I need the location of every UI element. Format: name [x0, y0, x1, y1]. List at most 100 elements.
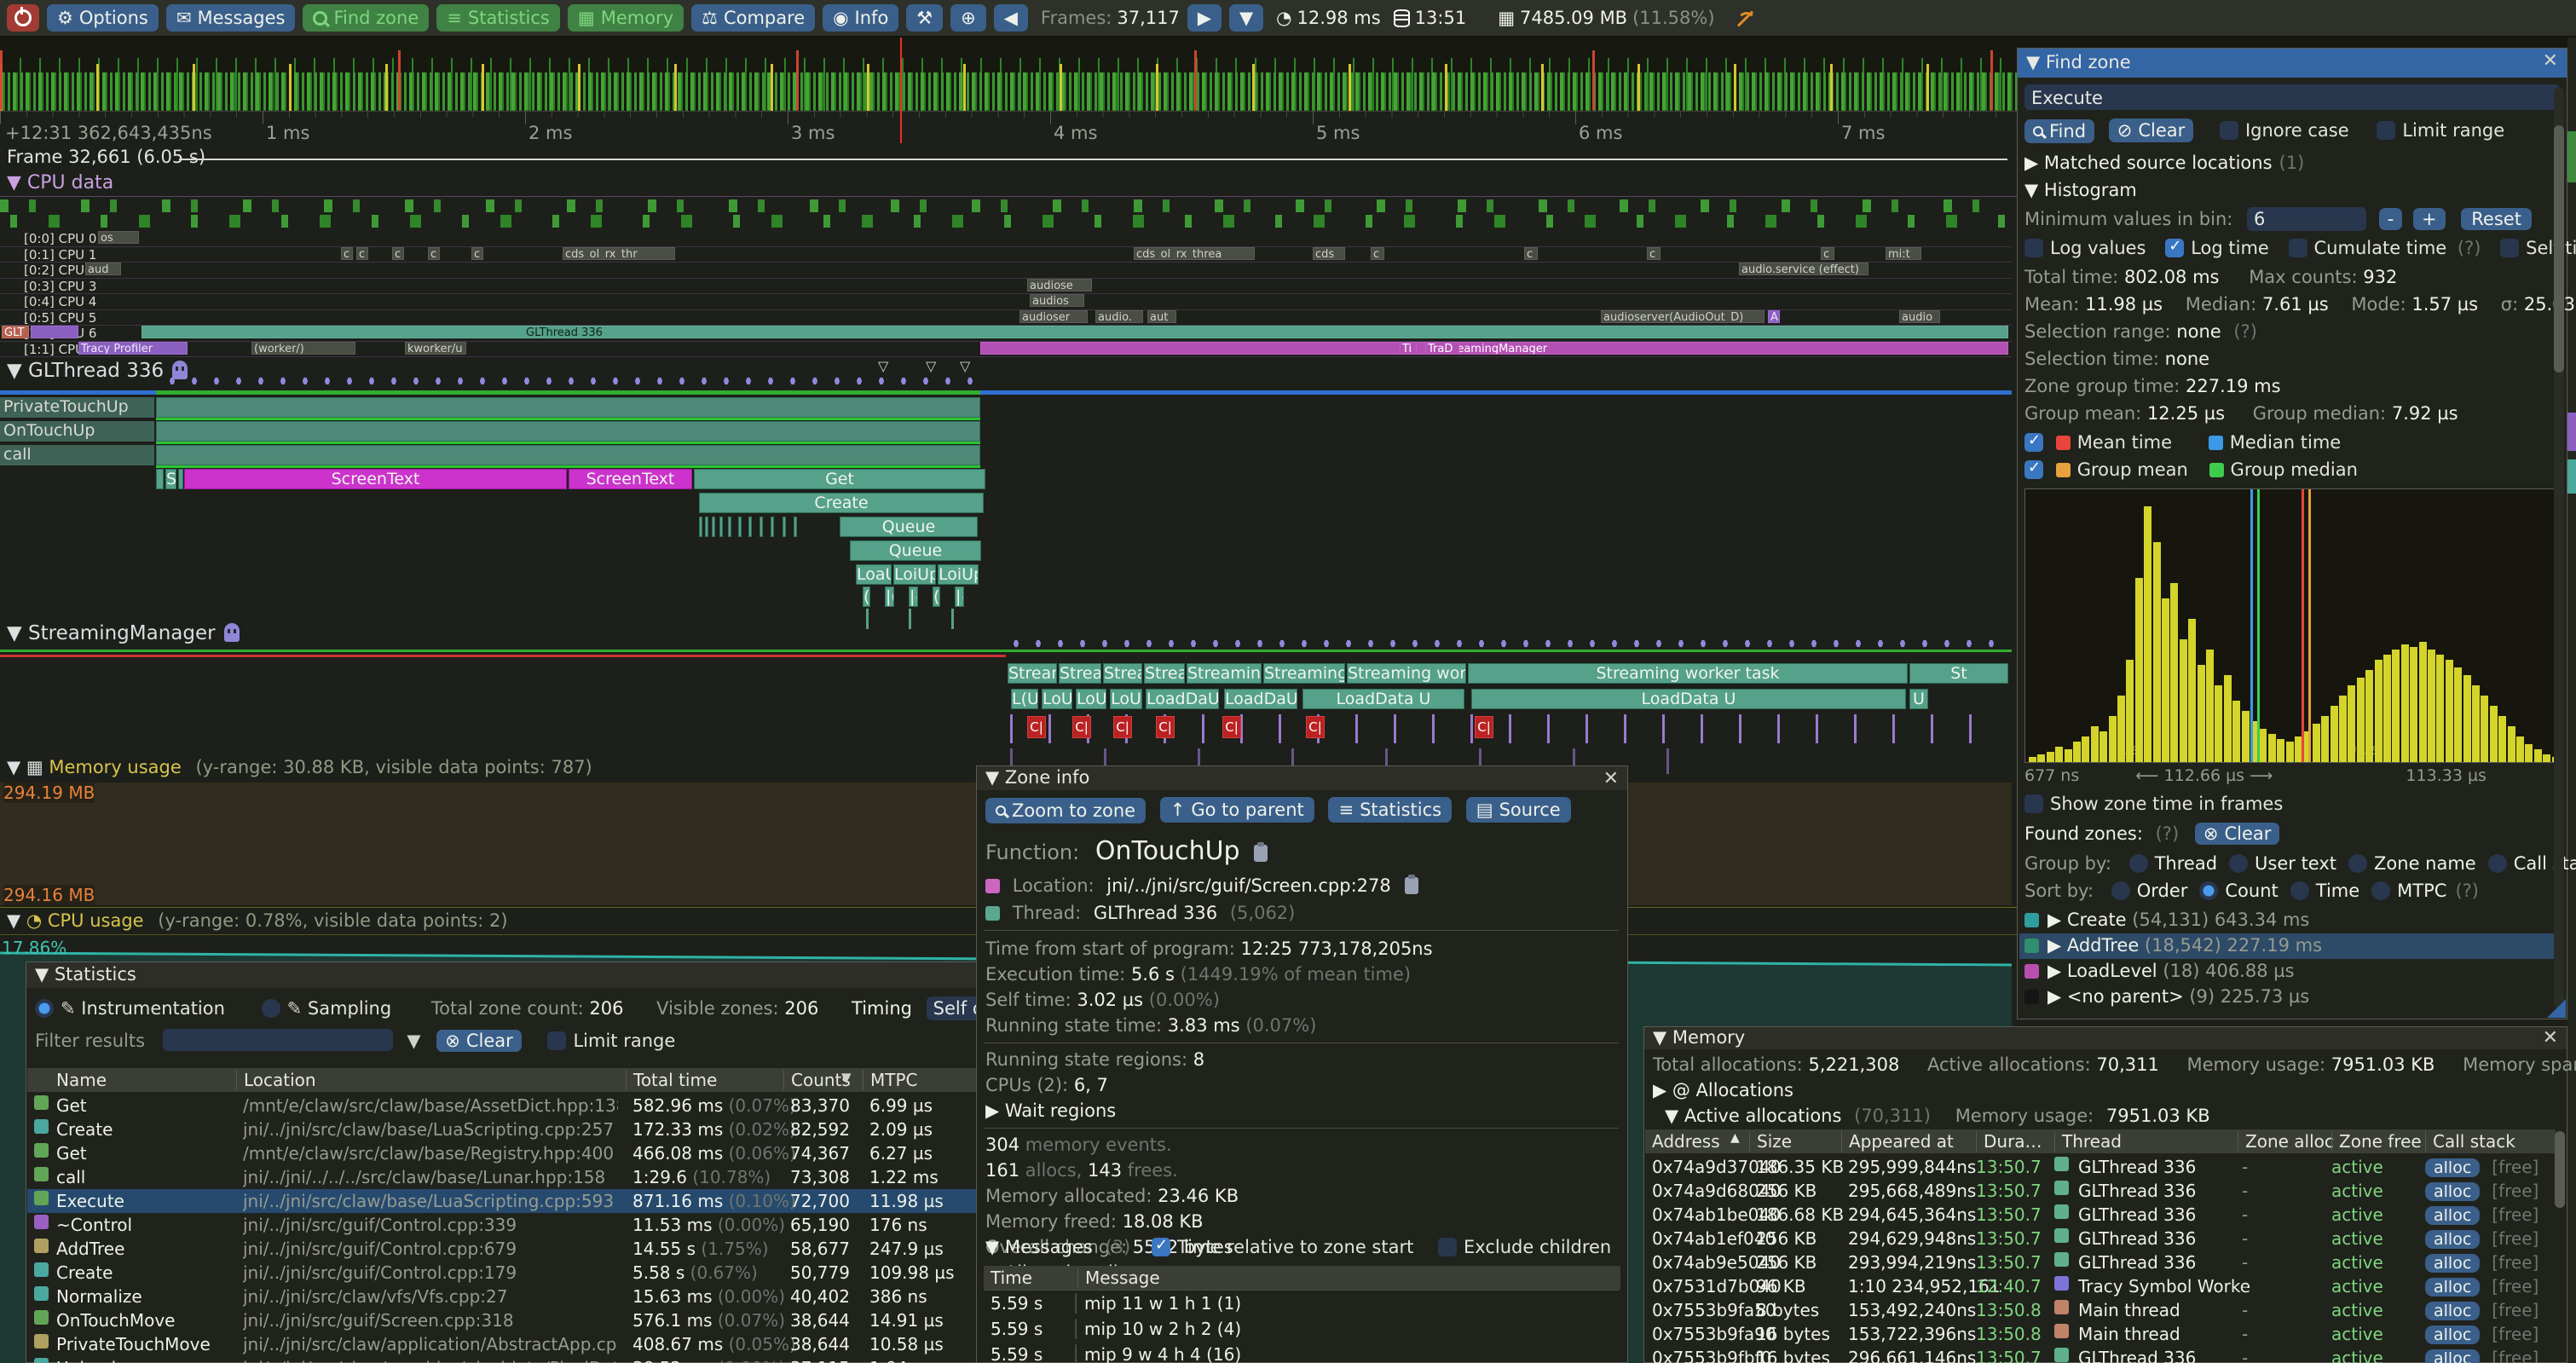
copy-clipboard-icon[interactable]	[1254, 845, 1268, 862]
alloc-zone-free: active	[2331, 1324, 2383, 1344]
sort-by-radio-count[interactable]	[2199, 881, 2218, 900]
memory-titlebar[interactable]: ▼ Memory	[1644, 1027, 2567, 1049]
alloc-pill-button[interactable]: alloc	[2425, 1302, 2480, 1320]
allocation-row[interactable]: 0x7553b9fa508 bytes153,492,240ns13:50.8M…	[1645, 1298, 2555, 1322]
histogram-bar	[2188, 619, 2196, 762]
group-by-radio-zone-name[interactable]	[2348, 854, 2367, 873]
self-time-checkbox[interactable]	[2500, 239, 2519, 257]
find-zone-histogram[interactable]: 1 µs 10 µs	[2024, 488, 2563, 763]
expander-arrow-icon[interactable]: ▶	[985, 1100, 1005, 1121]
histogram-bar	[2313, 724, 2320, 762]
alloc-pill-button[interactable]: alloc	[2425, 1325, 2480, 1344]
log-values-checkbox[interactable]	[2024, 239, 2043, 257]
allocation-row[interactable]: 0x74ab9e5040256 KB293,994,219ns13:50.7GL…	[1645, 1250, 2555, 1274]
allocation-row[interactable]: 0x7553b9fbf016 bytes296,661,146ns13:50.7…	[1645, 1346, 2555, 1363]
group-by-radio-call-stacks[interactable]	[2488, 854, 2507, 873]
zone-detail-row: Execution time: 5.6 s (1449.19% of mean …	[985, 964, 1411, 985]
stats-clear-button[interactable]: ⊗Clear	[436, 1030, 522, 1052]
alloc-duration: 13:50.7	[1976, 1157, 2042, 1177]
alloc-pill-button[interactable]: alloc	[2425, 1158, 2480, 1177]
zone-info-titlebar[interactable]: ▼ Zone info	[977, 766, 1627, 790]
log-time-checkbox[interactable]	[2165, 239, 2184, 257]
group-by-radio-user-text[interactable]	[2229, 854, 2248, 873]
zi-source-button[interactable]: ▤Source	[1466, 797, 1571, 823]
exclude-children-checkbox[interactable]	[1438, 1238, 1457, 1256]
allocation-row[interactable]: 0x7531d7b04096 KB1:10 234,952,16112:40.7…	[1645, 1274, 2555, 1298]
group-by-radio-thread[interactable]	[2129, 854, 2148, 873]
allocation-row[interactable]: 0x74ab1ef040256 KB294,629,948ns13:50.7GL…	[1645, 1227, 2555, 1250]
alloc-callstack: alloc[free]	[2425, 1252, 2538, 1273]
group-legend-checkbox[interactable]	[2024, 460, 2043, 479]
memory-close-icon[interactable]: ✕	[2543, 1027, 2558, 1048]
alloc-pill-button[interactable]: alloc	[2425, 1254, 2480, 1273]
sort-by-radio-mtpc[interactable]	[2371, 881, 2390, 900]
found-zone-group[interactable]: ▶ AddTree (18,542) 227.19 ms	[2019, 933, 2555, 959]
filter-input[interactable]	[163, 1029, 393, 1051]
cpu-plot-header[interactable]: ▼ ◔ CPU usage (y-range: 0.78%, visible d…	[7, 910, 508, 931]
found-zone-group[interactable]: ▶ LoadLevel (18) 406.88 µs	[2019, 959, 2555, 985]
alloc-pill-button[interactable]: alloc	[2425, 1206, 2480, 1225]
messages-table-header[interactable]: Time Message	[984, 1266, 1620, 1290]
resize-grip[interactable]	[2547, 999, 2566, 1018]
allocation-row[interactable]: 0x74ab1be040186.68 KB294,645,364ns13:50.…	[1645, 1203, 2555, 1227]
mean-legend-checkbox[interactable]	[2024, 433, 2043, 452]
fz-limit-checkbox[interactable]	[2377, 121, 2395, 140]
find-zone-close-icon[interactable]: ✕	[2543, 50, 2558, 72]
sort-by-option-label: Time	[2316, 881, 2359, 901]
min-bin-input[interactable]: 6	[2247, 207, 2366, 231]
thread-color-swatch	[2054, 1300, 2069, 1314]
alloc-pill-button[interactable]: alloc	[2425, 1230, 2480, 1249]
expander-label[interactable]: Wait regions	[1005, 1100, 1116, 1121]
alloc-zone-free: active	[2331, 1300, 2383, 1320]
alloc-pill-button[interactable]: alloc	[2425, 1349, 2480, 1363]
group-name: ▶ LoadLevel	[2048, 961, 2163, 981]
alloc-duration: 13:50.8	[1976, 1300, 2042, 1320]
cumulate-time-checkbox[interactable]	[2289, 239, 2307, 257]
bin-minus-button[interactable]: -	[2379, 208, 2403, 230]
copy-clipboard-icon[interactable]	[1405, 877, 1418, 894]
instrumentation-radio[interactable]	[35, 999, 54, 1018]
ignore-case-checkbox[interactable]	[2220, 121, 2238, 140]
funnel-icon[interactable]: ▼	[407, 1031, 420, 1051]
alloc-pill-button[interactable]: alloc	[2425, 1278, 2480, 1297]
find-button[interactable]: Find	[2024, 119, 2094, 143]
find-zone-scrollbar-thumb[interactable]	[2554, 125, 2564, 373]
help-icon[interactable]: (?)	[2455, 881, 2479, 901]
histogram-bar	[2472, 685, 2480, 762]
find-zone-search-input[interactable]: Execute	[2024, 84, 2560, 110]
alloc-pill-button[interactable]: alloc	[2425, 1182, 2480, 1201]
memory-table-header[interactable]: Address ▲ Size Appeared at Dura… Thread …	[1645, 1129, 2556, 1153]
zi-statistics-button[interactable]: ≡Statistics	[1328, 797, 1452, 823]
allocation-row[interactable]: 0x74a9d37040186.35 KB295,999,844ns13:50.…	[1645, 1155, 2555, 1179]
zone-detail-row: CPUs (2): 6, 7	[985, 1075, 1108, 1095]
alloc-duration: 12:40.7	[1976, 1276, 2042, 1297]
bin-reset-button[interactable]: Reset	[2461, 208, 2532, 230]
histogram-marker-line	[2257, 489, 2260, 762]
sort-by-radio-order[interactable]	[2111, 881, 2130, 900]
bin-plus-button[interactable]: +	[2413, 208, 2446, 230]
zone-info-close-icon[interactable]: ✕	[1603, 768, 1619, 789]
relative-time-checkbox[interactable]	[1152, 1238, 1170, 1256]
found-zone-group[interactable]: ▶ <no parent> (9) 225.73 µs	[2019, 985, 2555, 1010]
fz-clear-button[interactable]: ⊘Clear	[2109, 118, 2194, 142]
matched-locations-expander[interactable]: ▶ Matched source locations(1)	[2024, 153, 2304, 173]
allocation-row[interactable]: 0x74a9d68040256 KB295,668,489ns13:50.7GL…	[1645, 1179, 2555, 1203]
zoom-to-zone-button[interactable]: Zoom to zone	[985, 798, 1146, 823]
found-clear-button[interactable]: ⊗Clear	[2195, 823, 2280, 845]
histogram-bar	[2065, 749, 2072, 762]
sampling-radio[interactable]	[262, 999, 280, 1018]
found-zone-group[interactable]: ▶ Create (54,131) 643.34 ms	[2019, 908, 2555, 933]
go-to-parent-button[interactable]: ↑Go to parent	[1160, 797, 1314, 823]
stats-limit-checkbox[interactable]	[547, 1031, 566, 1050]
histogram-bar	[2286, 742, 2294, 762]
find-zone-titlebar[interactable]: ▼ Find zone	[2018, 49, 2567, 78]
allocation-row[interactable]: 0x7553b9fa9016 bytes153,722,396ns13:50.8…	[1645, 1322, 2555, 1346]
allocations-expander[interactable]: ▶ @ Allocations	[1653, 1080, 1793, 1100]
statistics-mode-row: ✎ Instrumentation ✎ Sampling Total zone …	[35, 996, 1063, 1020]
memory-scrollbar[interactable]	[2555, 1131, 2565, 1208]
stat-count: 38,644	[790, 1334, 850, 1354]
show-zone-time-checkbox[interactable]	[2024, 794, 2043, 813]
sort-by-radio-time[interactable]	[2290, 881, 2309, 900]
histogram-expander[interactable]: ▼ Histogram	[2024, 180, 2137, 200]
active-allocations-expander[interactable]: ▼ Active allocations (70,311) Memory usa…	[1665, 1106, 2210, 1126]
